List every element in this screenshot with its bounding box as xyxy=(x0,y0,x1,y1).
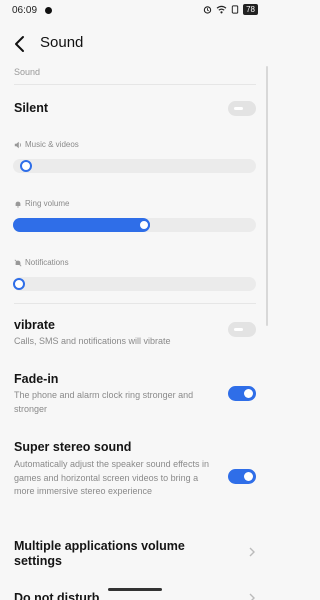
toggle-knob xyxy=(244,389,253,398)
toggle-knob xyxy=(234,328,243,331)
status-dot-icon xyxy=(45,7,52,14)
notifications-volume-slider[interactable] xyxy=(13,277,256,291)
silent-title: Silent xyxy=(14,101,49,115)
home-indicator[interactable] xyxy=(108,588,162,591)
bell-icon xyxy=(15,201,21,208)
ring-volume-text: Ring volume xyxy=(25,199,70,208)
sim-icon xyxy=(231,5,239,14)
page-title: Sound xyxy=(40,34,84,51)
media-volume-thumb[interactable] xyxy=(19,160,32,172)
super-stereo-description: Automatically adjust the speaker sound e… xyxy=(14,459,209,496)
fade-in-toggle[interactable] xyxy=(228,386,256,401)
media-volume-slider[interactable] xyxy=(13,159,256,173)
header: Sound xyxy=(0,30,270,58)
battery-level: 78 xyxy=(246,5,255,14)
media-volume-text: Music & videos xyxy=(25,140,79,149)
silent-toggle[interactable] xyxy=(228,101,256,116)
do-not-disturb-title: Do not disturb xyxy=(14,591,100,600)
battery-icon: 78 xyxy=(243,4,258,15)
ring-volume-slider[interactable] xyxy=(13,218,256,232)
fade-in-title: Fade-in xyxy=(14,372,59,386)
notifications-volume-text: Notifications xyxy=(25,258,69,267)
vibrate-title: vibrate xyxy=(14,318,55,332)
scrollbar[interactable] xyxy=(266,66,268,326)
ring-volume-thumb[interactable] xyxy=(137,219,150,231)
bell-muted-icon xyxy=(14,259,22,266)
chevron-left-icon[interactable] xyxy=(12,34,28,54)
toggle-knob xyxy=(234,107,243,110)
notifications-volume-thumb[interactable] xyxy=(13,278,25,290)
speaker-icon xyxy=(14,141,21,148)
divider xyxy=(14,303,256,304)
media-volume-label: Music & videos xyxy=(14,140,79,149)
fade-in-description: The phone and alarm clock ring stronger … xyxy=(14,390,194,414)
super-stereo-title: Super stereo sound xyxy=(14,440,132,454)
ring-volume-label: Ring volume xyxy=(14,199,69,208)
ring-volume-fill xyxy=(13,218,150,232)
super-stereo-toggle[interactable] xyxy=(228,469,256,484)
status-time: 06:09 xyxy=(12,5,38,16)
toggle-knob xyxy=(244,472,253,481)
chevron-right-icon xyxy=(249,593,255,600)
multi-app-volume-title: Multiple applications volume settings xyxy=(14,539,185,568)
alarm-icon xyxy=(203,6,212,14)
section-label: Sound xyxy=(14,67,41,77)
status-bar: 06:09 78 xyxy=(0,0,270,22)
status-icons: 78 xyxy=(203,4,258,15)
divider xyxy=(14,84,256,85)
vibrate-description: Calls, SMS and notifications will vibrat… xyxy=(14,336,171,346)
wifi-icon xyxy=(216,5,227,14)
vibrate-toggle[interactable] xyxy=(228,322,256,337)
chevron-right-icon xyxy=(249,547,255,557)
notifications-volume-label: Notifications xyxy=(14,258,69,267)
